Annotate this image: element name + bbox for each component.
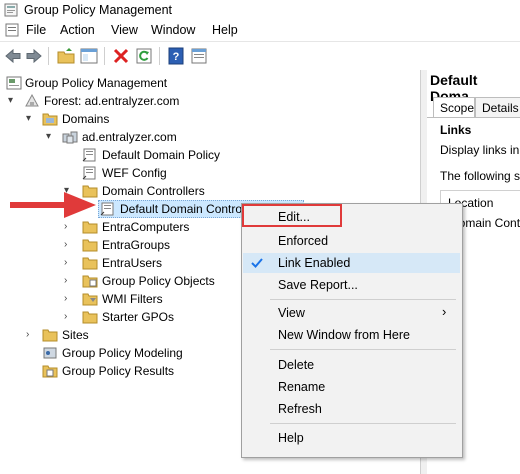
gpo-folder-icon [82, 275, 98, 288]
tree-label: Starter GPOs [102, 310, 175, 324]
menu-item-refresh[interactable]: Refresh [278, 402, 322, 416]
expand-chevron-icon[interactable]: ▾ [46, 128, 56, 146]
svg-text:?: ? [173, 51, 180, 63]
toolbar-separator [159, 47, 160, 65]
menu-item-save-report[interactable]: Save Report... [278, 278, 358, 292]
menu-item-new-window[interactable]: New Window from Here [278, 328, 410, 342]
toolbar-separator [48, 47, 49, 65]
wmi-folder-icon [82, 293, 98, 306]
ou-folder-icon [82, 257, 98, 270]
console-icon[interactable] [5, 23, 19, 37]
links-heading: Links [440, 123, 472, 137]
tree-label: Forest: ad.entralyzer.com [44, 94, 180, 108]
tab-divider [427, 117, 520, 118]
tree-label: WEF Config [102, 166, 167, 180]
gpo-link-icon [82, 148, 96, 162]
tree-node-root[interactable]: Group Policy Management [0, 74, 400, 92]
tree-label: Domains [62, 112, 110, 126]
delete-icon[interactable] [112, 47, 130, 65]
menu-item-view[interactable]: View [278, 306, 305, 320]
expand-chevron-icon[interactable]: › [64, 290, 74, 308]
tree-label: Sites [62, 328, 89, 342]
menu-action[interactable]: Action [60, 23, 95, 37]
expand-chevron-icon[interactable]: › [64, 308, 74, 326]
tree-label: Group Policy Modeling [62, 346, 183, 360]
menu-view[interactable]: View [111, 23, 138, 37]
gpo-link-icon [100, 202, 114, 216]
tree-node-domain[interactable]: ▾ ad.entralyzer.com [0, 128, 400, 146]
menu-item-delete[interactable]: Delete [278, 358, 314, 372]
menu-item-help[interactable]: Help [278, 431, 304, 445]
up-folder-icon[interactable] [57, 47, 75, 65]
tab-details[interactable]: Details [475, 97, 520, 117]
menu-window[interactable]: Window [151, 23, 195, 37]
gpm-icon [6, 76, 22, 90]
expand-chevron-icon[interactable]: › [26, 326, 36, 344]
expand-chevron-icon[interactable]: ▾ [26, 110, 36, 128]
menu-separator [270, 349, 456, 350]
menu-item-enforced[interactable]: Enforced [278, 234, 328, 248]
red-arrow-icon [10, 192, 96, 218]
sites-folder-icon [42, 329, 58, 342]
links-display-label: Display links in th [440, 143, 520, 157]
forward-icon[interactable] [25, 47, 43, 65]
expand-chevron-icon[interactable]: › [64, 254, 74, 272]
tree-label: Group Policy Results [62, 364, 175, 378]
links-description: The following site [440, 169, 520, 183]
tree-label: Group Policy Objects [102, 274, 215, 288]
forest-icon [25, 94, 39, 107]
tree-node-gpo-link[interactable]: WEF Config [0, 164, 400, 182]
expand-chevron-icon[interactable]: › [64, 272, 74, 290]
ou-folder-icon [82, 239, 98, 252]
menu-help[interactable]: Help [212, 23, 238, 37]
context-menu: Edit... Enforced Link Enabled Save Repor… [241, 203, 463, 458]
tab-scope[interactable]: Scope [433, 97, 475, 117]
menu-bar: File Action View Window Help [0, 20, 520, 40]
domains-folder-icon [42, 113, 58, 126]
menu-item-rename[interactable]: Rename [278, 380, 325, 394]
menu-item-hover-highlight [243, 253, 460, 273]
gpo-link-icon [82, 166, 96, 180]
menu-file[interactable]: File [26, 23, 46, 37]
refresh-icon[interactable] [135, 47, 153, 65]
modeling-icon [43, 347, 57, 359]
tree-node-forest[interactable]: ▾ Forest: ad.entralyzer.com [0, 92, 400, 110]
domain-icon [62, 131, 78, 144]
checkmark-icon [251, 258, 263, 268]
starter-gpo-folder-icon [82, 311, 98, 324]
menu-item-link-enabled[interactable]: Link Enabled [278, 256, 350, 270]
tree-label: Group Policy Management [25, 76, 168, 90]
title-bar: Group Policy Management [0, 0, 520, 20]
show-hide-tree-icon[interactable] [80, 47, 98, 65]
help-icon[interactable]: ? [167, 47, 185, 65]
window-title: Group Policy Management [24, 3, 172, 17]
toolbar: ? [0, 41, 520, 71]
submenu-chevron-icon: › [442, 304, 447, 319]
tree-label: EntraGroups [102, 238, 171, 252]
tree-node-domains[interactable]: ▾ Domains [0, 110, 400, 128]
menu-separator [270, 423, 456, 424]
tree-label: EntraUsers [102, 256, 163, 270]
tree-label: WMI Filters [102, 292, 163, 306]
tree-label: EntraComputers [102, 220, 190, 234]
menu-separator [270, 299, 456, 300]
edit-highlight-box [242, 204, 342, 227]
properties-icon[interactable] [190, 47, 208, 65]
expand-chevron-icon[interactable]: › [64, 236, 74, 254]
tree-label: ad.entralyzer.com [82, 130, 177, 144]
back-icon[interactable] [4, 47, 22, 65]
results-icon [42, 365, 58, 378]
expand-chevron-icon[interactable]: ▾ [8, 92, 18, 110]
toolbar-separator [104, 47, 105, 65]
tree-label: Default Domain Policy [102, 148, 221, 162]
tree-node-gpo-link[interactable]: Default Domain Policy [0, 146, 400, 164]
group-policy-app-icon [4, 3, 18, 17]
tree-label: Domain Controllers [102, 184, 205, 198]
